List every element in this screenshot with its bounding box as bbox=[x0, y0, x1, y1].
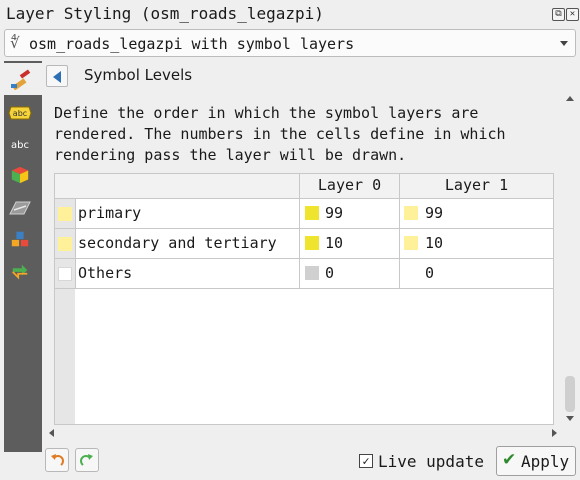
layers-icon[interactable] bbox=[8, 229, 32, 249]
paintbrush-icon bbox=[11, 69, 31, 90]
checkmark-icon: ✔ bbox=[502, 450, 517, 470]
undo-button[interactable] bbox=[45, 448, 69, 472]
row-name: primary bbox=[78, 204, 142, 222]
row-divider bbox=[55, 288, 553, 289]
sidebar-active-item[interactable] bbox=[4, 63, 42, 95]
cell-symbol-swatch bbox=[404, 206, 418, 220]
column-header-layer-0[interactable]: Layer 0 bbox=[300, 176, 399, 194]
scroll-down-icon[interactable] bbox=[566, 416, 574, 421]
labels-icon[interactable]: abc bbox=[8, 103, 32, 123]
svg-text:abc: abc bbox=[13, 109, 27, 118]
renderer-label: osm_roads_legazpi with symbol layers bbox=[29, 35, 355, 53]
svg-text:abc: abc bbox=[11, 140, 29, 151]
3d-cube-icon[interactable] bbox=[8, 165, 32, 185]
description-text: Define the order in which the symbol lay… bbox=[54, 104, 506, 164]
redo-icon bbox=[80, 454, 93, 466]
cell-value[interactable]: 10 bbox=[325, 234, 343, 252]
close-icon[interactable]: ✕ bbox=[566, 8, 579, 21]
section-title: Symbol Levels bbox=[84, 66, 193, 84]
window-title: Layer Styling (osm_roads_legazpi) bbox=[6, 4, 324, 23]
scrollbar-thumb[interactable] bbox=[565, 376, 575, 412]
live-update-label[interactable]: Live update bbox=[378, 452, 484, 471]
row-name: secondary and tertiary bbox=[78, 234, 277, 252]
cell-value[interactable]: 0 bbox=[325, 264, 334, 282]
diagram-icon[interactable] bbox=[8, 198, 32, 218]
text-abc-icon[interactable]: abc bbox=[8, 134, 32, 154]
symbol-layers-icon: ∜ bbox=[10, 34, 20, 52]
float-icon[interactable]: ⧉ bbox=[552, 8, 565, 21]
chevron-down-icon bbox=[560, 41, 568, 46]
apply-button-label: Apply bbox=[521, 452, 570, 471]
cell-symbol-swatch bbox=[305, 206, 319, 220]
scroll-right-icon[interactable] bbox=[552, 429, 557, 437]
column-header-layer-1[interactable]: Layer 1 bbox=[400, 176, 553, 194]
row-symbol-swatch bbox=[58, 267, 72, 281]
row-name: Others bbox=[78, 264, 133, 282]
cell-value[interactable]: 99 bbox=[325, 204, 343, 222]
cell-value[interactable]: 10 bbox=[425, 234, 443, 252]
back-button[interactable] bbox=[46, 65, 68, 87]
undo-icon bbox=[51, 454, 64, 466]
history-icon[interactable] bbox=[8, 261, 32, 281]
row-symbol-swatch bbox=[58, 237, 72, 251]
cell-value[interactable]: 0 bbox=[425, 264, 434, 282]
renderer-select[interactable]: ∜ osm_roads_legazpi with symbol layers bbox=[4, 29, 576, 57]
live-update-checkbox[interactable]: ✓ bbox=[359, 454, 373, 468]
scroll-left-icon[interactable] bbox=[49, 429, 54, 437]
cell-value[interactable]: 99 bbox=[425, 204, 443, 222]
apply-button[interactable]: ✔ Apply bbox=[496, 446, 576, 476]
cell-symbol-swatch bbox=[404, 236, 418, 250]
row-symbol-swatch bbox=[58, 207, 72, 221]
horizontal-scrollbar[interactable] bbox=[44, 426, 562, 440]
back-arrow-icon bbox=[53, 71, 61, 83]
title-bar: Layer Styling (osm_roads_legazpi) ⧉ ✕ bbox=[0, 0, 580, 28]
cell-symbol-swatch bbox=[305, 236, 319, 250]
table-row[interactable]: secondary and tertiary 10 10 bbox=[55, 229, 553, 258]
cell-symbol-swatch bbox=[305, 266, 319, 280]
table-row[interactable]: primary 99 99 bbox=[55, 199, 553, 228]
redo-button[interactable] bbox=[75, 448, 99, 472]
scroll-up-icon[interactable] bbox=[566, 96, 574, 101]
table-row[interactable]: Others 0 0 bbox=[55, 259, 553, 288]
